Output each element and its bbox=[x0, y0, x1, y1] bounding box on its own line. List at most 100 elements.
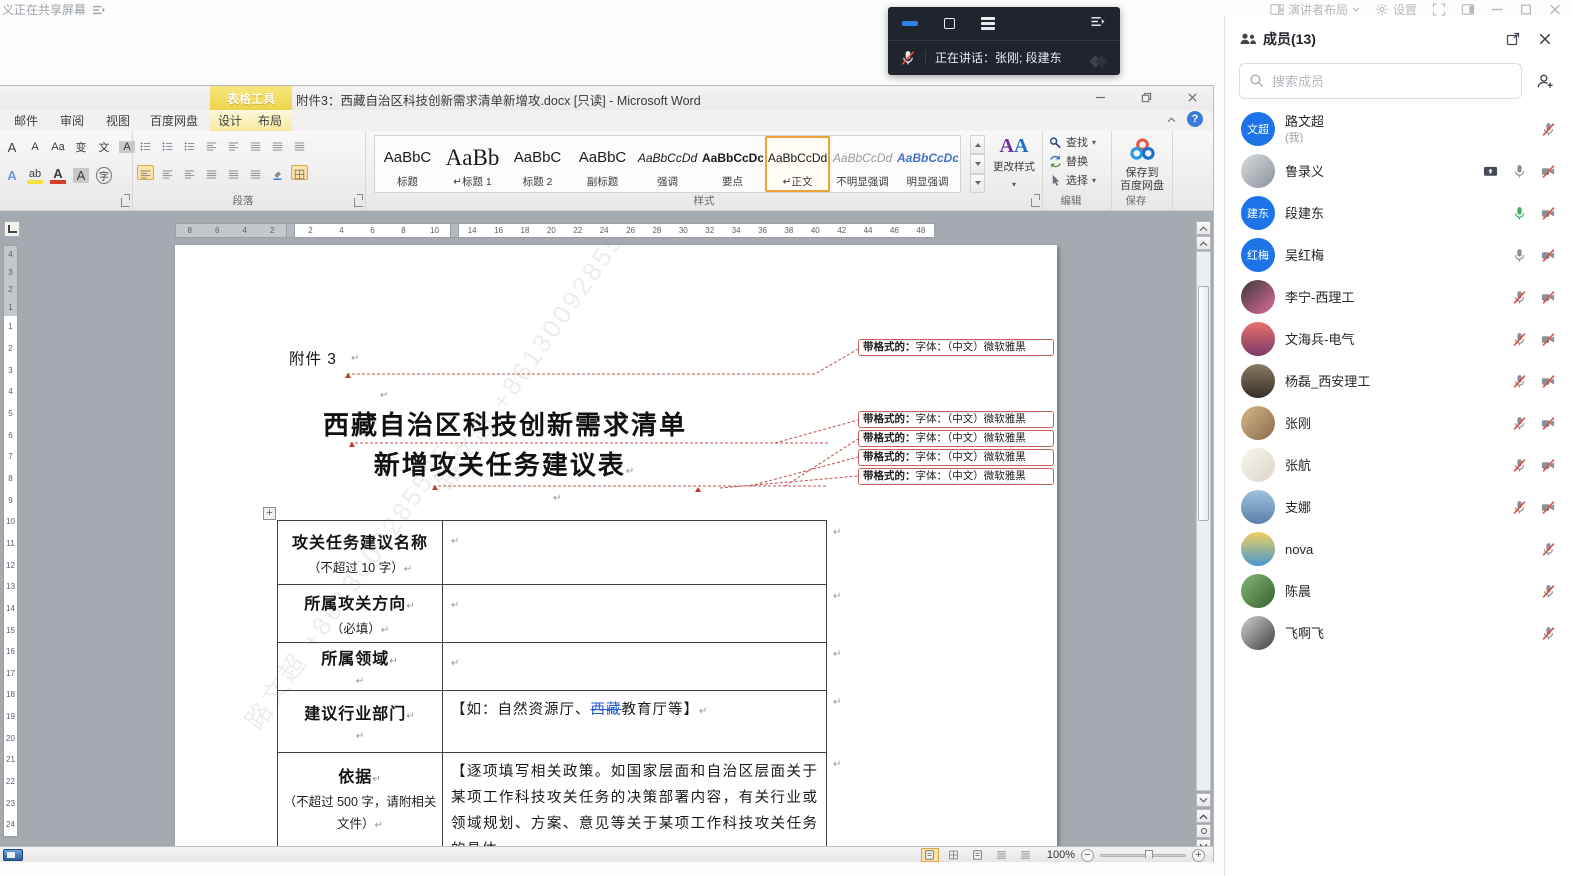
table-move-handle[interactable]: + bbox=[263, 507, 276, 520]
text-effects-icon[interactable]: A bbox=[4, 168, 20, 183]
tab-view[interactable]: 视图 bbox=[100, 110, 136, 131]
mic-muted-icon[interactable] bbox=[1512, 500, 1527, 515]
help-button[interactable]: ? bbox=[1187, 111, 1203, 127]
app-close-button[interactable] bbox=[1548, 3, 1562, 16]
meeting-menu-icon[interactable] bbox=[981, 17, 995, 30]
style-item-title[interactable]: AaBbC标题 bbox=[375, 136, 440, 192]
table-value-cell[interactable]: ↵ bbox=[443, 585, 826, 642]
change-styles-button[interactable]: AA 更改样式 ▾ bbox=[990, 135, 1038, 197]
table-label-cell[interactable]: 建议行业部门↵ ↵ bbox=[278, 691, 443, 752]
bullets-button[interactable] bbox=[137, 137, 154, 152]
styles-scroll-up[interactable] bbox=[970, 135, 985, 154]
format-callout[interactable]: 带格式的：字体：（中文）微软雅黑 bbox=[858, 411, 1054, 428]
sort-button[interactable] bbox=[269, 137, 286, 152]
asian-layout-button[interactable] bbox=[247, 137, 264, 152]
next-page-button[interactable] bbox=[1196, 839, 1211, 846]
show-marks-button[interactable] bbox=[291, 137, 308, 152]
zoom-slider-thumb[interactable] bbox=[1145, 850, 1153, 862]
enclose-char-icon[interactable]: 字 bbox=[96, 167, 112, 184]
horizontal-ruler[interactable]: 8642 246810 1416182022242628303234363840… bbox=[175, 223, 935, 238]
camera-off-icon[interactable] bbox=[1541, 206, 1556, 221]
draft-view-button[interactable] bbox=[1017, 848, 1035, 862]
line-spacing-button[interactable] bbox=[247, 165, 264, 180]
vertical-ruler[interactable]: 4321 12345678910111213141516171819202122… bbox=[3, 245, 18, 837]
mic-speaking-icon[interactable] bbox=[1512, 206, 1527, 221]
table-value-cell[interactable]: 【如：自然资源厅、西藏教育厅等】↵ bbox=[443, 691, 826, 752]
camera-off-icon[interactable] bbox=[1541, 458, 1556, 473]
tab-table-design[interactable]: 设计 bbox=[212, 110, 248, 131]
mic-muted-icon[interactable] bbox=[1512, 416, 1527, 431]
web-layout-view-button[interactable] bbox=[969, 848, 987, 862]
table-label-cell[interactable]: 依据↵ （不超过 500 字，请附相关文件）↵ bbox=[278, 753, 443, 846]
mic-on-icon[interactable] bbox=[1512, 248, 1527, 263]
tab-review[interactable]: 审阅 bbox=[54, 110, 90, 131]
mic-muted-icon[interactable] bbox=[1512, 332, 1527, 347]
increase-indent-button[interactable] bbox=[225, 137, 242, 152]
app-minimize-button[interactable] bbox=[1490, 3, 1504, 16]
align-right-button[interactable] bbox=[181, 165, 198, 180]
camera-off-icon[interactable] bbox=[1541, 416, 1556, 431]
list-item[interactable]: nova bbox=[1225, 528, 1572, 570]
change-case-icon[interactable]: Aa bbox=[50, 141, 66, 153]
mic-muted-icon[interactable] bbox=[1512, 290, 1527, 305]
mic-muted-icon[interactable] bbox=[1541, 122, 1556, 137]
fullscreen-reading-view-button[interactable] bbox=[945, 848, 963, 862]
char-border-icon[interactable]: 文 bbox=[96, 139, 112, 155]
list-item[interactable]: 文海兵-电气 bbox=[1225, 318, 1572, 360]
mic-muted-icon[interactable] bbox=[1512, 458, 1527, 473]
style-item-intense-emphasis[interactable]: AaBbCcDc明显强调 bbox=[895, 136, 960, 192]
table-label-cell[interactable]: 攻关任务建议名称 （不超过 10 字）↵ bbox=[278, 521, 443, 584]
camera-off-icon[interactable] bbox=[1541, 248, 1556, 263]
zoom-in-button[interactable]: + bbox=[1192, 849, 1205, 862]
mic-muted-icon[interactable] bbox=[1541, 626, 1556, 641]
indent-marker[interactable] bbox=[450, 224, 459, 237]
distribute-button[interactable] bbox=[225, 165, 242, 180]
format-callout[interactable]: 带格式的：字体：（中文）微软雅黑 bbox=[858, 430, 1054, 447]
justify-button[interactable] bbox=[203, 165, 220, 180]
list-item[interactable]: 鲁录义 bbox=[1225, 150, 1572, 192]
style-item-emphasis[interactable]: AaBbCcDd强调 bbox=[635, 136, 700, 192]
char-shading-icon[interactable]: A bbox=[73, 168, 89, 183]
meeting-minimize-icon[interactable] bbox=[902, 21, 918, 26]
scroll-down-button[interactable] bbox=[1196, 793, 1211, 807]
fullscreen-button[interactable] bbox=[1432, 3, 1446, 16]
decrease-indent-button[interactable] bbox=[203, 137, 220, 152]
list-item[interactable]: 文超 路文超(我) bbox=[1225, 108, 1572, 150]
list-item[interactable]: 张刚 bbox=[1225, 402, 1572, 444]
print-layout-view-button[interactable] bbox=[921, 848, 939, 862]
tab-mailings[interactable]: 邮件 bbox=[8, 110, 44, 131]
list-item[interactable]: 支娜 bbox=[1225, 486, 1572, 528]
highlight-color-icon[interactable]: ab bbox=[27, 168, 43, 184]
previous-page-button[interactable] bbox=[1196, 809, 1211, 823]
scrollbar-track[interactable] bbox=[1196, 251, 1211, 791]
find-button[interactable]: 查找▾ bbox=[1049, 134, 1111, 150]
mic-muted-icon[interactable] bbox=[900, 50, 916, 66]
table-label-cell[interactable]: 所属领域↵ ↵ bbox=[278, 643, 443, 690]
search-input[interactable] bbox=[1239, 63, 1522, 99]
camera-off-icon[interactable] bbox=[1541, 290, 1556, 305]
styles-scroll-down[interactable] bbox=[970, 154, 985, 173]
taskbar-app-icon[interactable] bbox=[3, 849, 23, 861]
popout-icon[interactable] bbox=[1506, 32, 1520, 46]
style-item-strong[interactable]: AaBbCcDc要点 bbox=[700, 136, 765, 192]
align-left-button[interactable] bbox=[137, 165, 154, 180]
add-member-button[interactable] bbox=[1532, 68, 1558, 94]
list-item[interactable]: 陈晨 bbox=[1225, 570, 1572, 612]
style-item-subtle-emphasis[interactable]: AaBbCcDd不明显强调 bbox=[830, 136, 895, 192]
share-more-icon[interactable] bbox=[92, 4, 106, 16]
left-margin-marker[interactable] bbox=[286, 224, 295, 237]
close-icon[interactable] bbox=[1538, 32, 1552, 46]
select-button[interactable]: 选择▾ bbox=[1049, 172, 1111, 188]
font-dialog-launcher[interactable] bbox=[121, 198, 130, 207]
multilevel-list-button[interactable] bbox=[181, 137, 198, 152]
tab-stop-selector[interactable] bbox=[4, 221, 20, 237]
meeting-exit-share-icon[interactable] bbox=[1090, 15, 1106, 33]
numbering-button[interactable] bbox=[159, 137, 176, 152]
font-color-icon[interactable]: A bbox=[50, 168, 66, 184]
app-maximize-button[interactable] bbox=[1519, 3, 1533, 16]
word-close-button[interactable] bbox=[1177, 88, 1207, 106]
zoom-out-button[interactable]: − bbox=[1081, 849, 1094, 862]
list-item[interactable]: 建东 段建东 bbox=[1225, 192, 1572, 234]
styles-gallery-more[interactable] bbox=[970, 174, 985, 193]
split-handle[interactable] bbox=[1196, 221, 1211, 235]
